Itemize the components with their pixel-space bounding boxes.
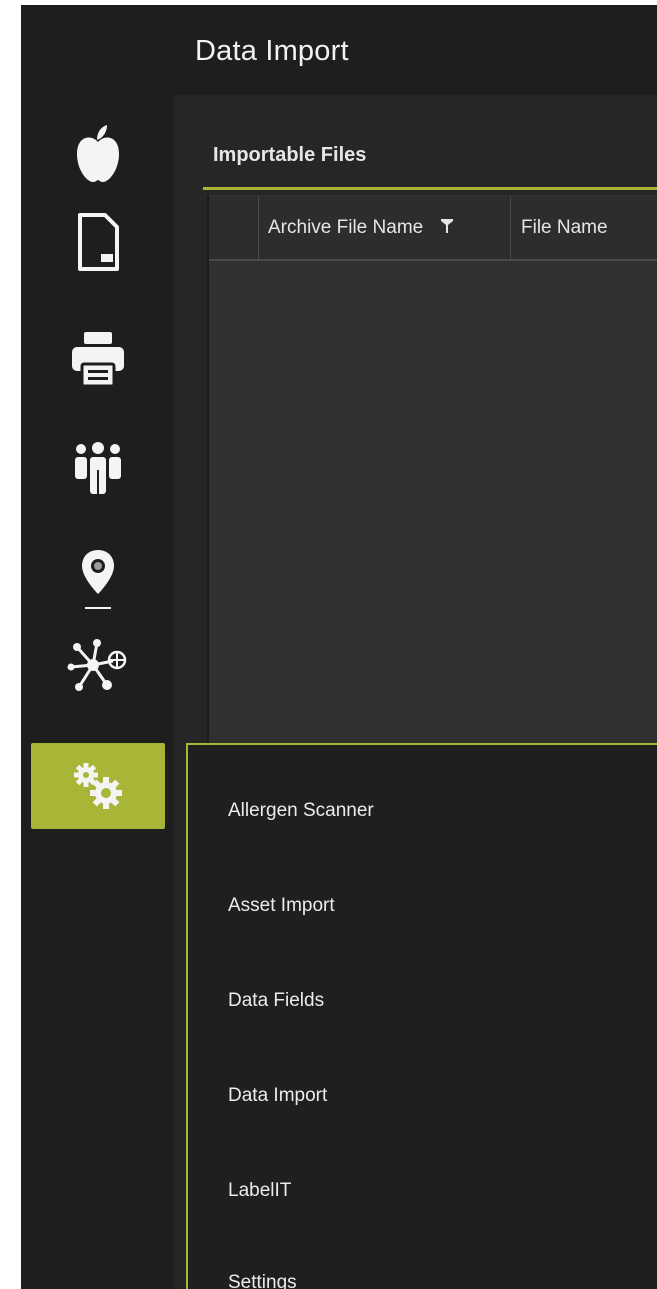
sidebar-item-settings[interactable] bbox=[31, 743, 165, 829]
menu-item-settings[interactable]: Settings bbox=[228, 1272, 297, 1289]
panel-title: Importable Files bbox=[213, 144, 367, 166]
label-file-icon bbox=[75, 212, 121, 272]
menu-item-allergen-scanner[interactable]: Allergen Scanner bbox=[228, 800, 374, 822]
filter-icon[interactable] bbox=[441, 217, 454, 239]
network-icon bbox=[67, 637, 129, 695]
row-select-header[interactable] bbox=[209, 197, 259, 259]
location-pin-icon bbox=[78, 546, 118, 614]
sidebar-item-network[interactable] bbox=[31, 623, 165, 709]
settings-menu: Allergen Scanner Asset Import Data Field… bbox=[186, 743, 657, 1289]
gears-icon bbox=[68, 761, 128, 811]
users-icon bbox=[72, 440, 124, 496]
grid-header: Archive File Name File Name bbox=[209, 197, 657, 261]
app-window: Data Import Importable Files Archive Fil… bbox=[21, 5, 657, 1289]
column-label: File Name bbox=[521, 217, 608, 238]
files-grid: Archive File Name File Name bbox=[207, 195, 657, 755]
sidebar-item-labels[interactable] bbox=[31, 199, 165, 285]
column-header-archive-file-name[interactable]: Archive File Name bbox=[259, 197, 511, 259]
menu-item-labelit[interactable]: LabelIT bbox=[228, 1180, 291, 1202]
printer-icon bbox=[68, 328, 128, 388]
column-header-file-name[interactable]: File Name bbox=[511, 197, 657, 259]
apple-icon bbox=[73, 124, 123, 184]
menu-item-asset-import[interactable]: Asset Import bbox=[228, 895, 335, 917]
sidebar-item-locations[interactable] bbox=[31, 537, 165, 623]
menu-item-data-import[interactable]: Data Import bbox=[228, 1085, 327, 1107]
sidebar-item-users[interactable] bbox=[31, 425, 165, 511]
sidebar-item-products[interactable] bbox=[31, 111, 165, 197]
menu-item-data-fields[interactable]: Data Fields bbox=[228, 990, 324, 1012]
page-title: Data Import bbox=[195, 35, 349, 67]
column-label: Archive File Name bbox=[268, 217, 424, 238]
sidebar-item-printers[interactable] bbox=[31, 315, 165, 401]
importable-files-header: Importable Files bbox=[203, 128, 657, 190]
